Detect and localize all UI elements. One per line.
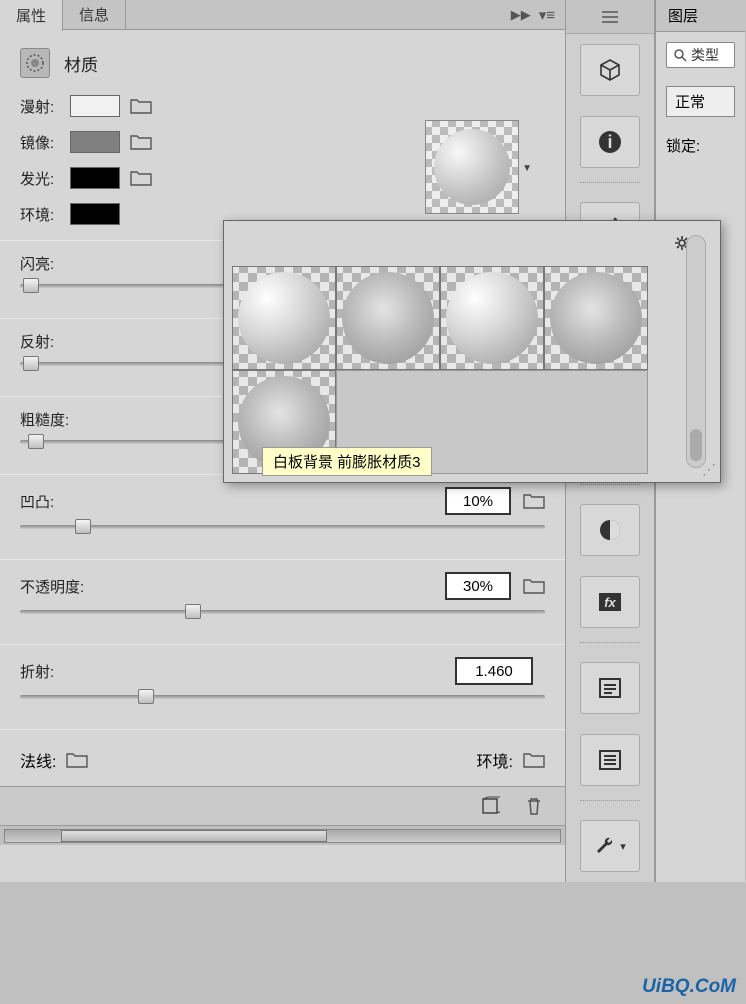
cube-icon[interactable]: [479, 795, 501, 817]
lock-label: 锁定:: [666, 135, 700, 156]
specular-swatch[interactable]: [70, 131, 120, 153]
folder-icon[interactable]: [66, 751, 88, 769]
layers-tab[interactable]: 图层: [656, 0, 745, 32]
tab-info[interactable]: 信息: [63, 0, 126, 30]
diffuse-swatch[interactable]: [70, 95, 120, 117]
material-panel-icon: [20, 48, 50, 78]
dock-collapse-icon[interactable]: [566, 0, 654, 34]
env-label: 环境:: [477, 748, 513, 772]
folder-icon[interactable]: [130, 169, 152, 187]
shine-label: 闪亮:: [20, 253, 54, 274]
refract-input[interactable]: [455, 657, 533, 685]
dock-wrench-icon[interactable]: ▾: [580, 820, 640, 872]
layers-filter[interactable]: 类型: [666, 42, 735, 68]
rough-label: 粗糙度:: [20, 409, 69, 430]
normal-label: 法线:: [20, 748, 56, 772]
opacity-label: 不透明度:: [20, 576, 84, 597]
material-item[interactable]: [440, 266, 544, 370]
dock-list1-icon[interactable]: [580, 662, 640, 714]
specular-label: 镜像:: [20, 132, 70, 153]
trash-icon[interactable]: [523, 795, 545, 817]
material-grid: [232, 266, 652, 474]
resize-grip-icon[interactable]: ⋰: [702, 461, 716, 478]
folder-icon[interactable]: [130, 133, 152, 151]
dock-info-icon[interactable]: i: [580, 116, 640, 168]
panel-title: 材质: [64, 51, 98, 76]
refract-slider[interactable]: [20, 695, 545, 699]
tooltip: 白板背景 前膨胀材质3: [262, 447, 432, 476]
tab-collapse-icon[interactable]: ▶▶: [511, 7, 531, 23]
folder-icon[interactable]: [523, 492, 545, 510]
opacity-input[interactable]: [445, 572, 511, 600]
bump-label: 凹凸:: [20, 491, 54, 512]
opacity-slider[interactable]: [20, 610, 545, 614]
glow-label: 发光:: [20, 168, 70, 189]
reflect-label: 反射:: [20, 331, 54, 352]
panel-tabs: 属性 信息 ▶▶ ▾≡: [0, 0, 565, 30]
tab-menu-icon[interactable]: ▾≡: [539, 6, 555, 24]
dock-contrast-icon[interactable]: [580, 504, 640, 556]
glow-swatch[interactable]: [70, 167, 120, 189]
dock-3d-icon[interactable]: [580, 44, 640, 96]
material-item[interactable]: [232, 266, 336, 370]
material-preview[interactable]: ▼: [425, 120, 519, 214]
dock-fx-icon[interactable]: fx: [580, 576, 640, 628]
material-item[interactable]: [544, 266, 648, 370]
panel-header: 材质: [0, 30, 565, 92]
chevron-down-icon[interactable]: ▼: [522, 163, 532, 174]
folder-icon[interactable]: [130, 97, 152, 115]
ambient-swatch[interactable]: [70, 203, 120, 225]
svg-text:fx: fx: [604, 595, 616, 610]
material-picker-popup: ▾ ⋰: [223, 220, 721, 483]
material-item[interactable]: [336, 266, 440, 370]
horizontal-scrollbar[interactable]: [0, 825, 565, 845]
bump-slider[interactable]: [20, 525, 545, 529]
svg-text:i: i: [607, 132, 612, 152]
folder-icon[interactable]: [523, 577, 545, 595]
bump-input[interactable]: [445, 487, 511, 515]
ambient-label: 环境:: [20, 204, 70, 225]
dock-list2-icon[interactable]: [580, 734, 640, 786]
tab-properties[interactable]: 属性: [0, 0, 63, 31]
watermark: UiBQ.CoM: [642, 976, 736, 998]
diffuse-label: 漫射:: [20, 96, 70, 117]
refract-label: 折射:: [20, 661, 54, 682]
folder-icon[interactable]: [523, 751, 545, 769]
popup-scrollbar[interactable]: [686, 235, 706, 468]
panel-footer: [0, 786, 565, 825]
blend-mode-select[interactable]: 正常: [666, 86, 735, 117]
